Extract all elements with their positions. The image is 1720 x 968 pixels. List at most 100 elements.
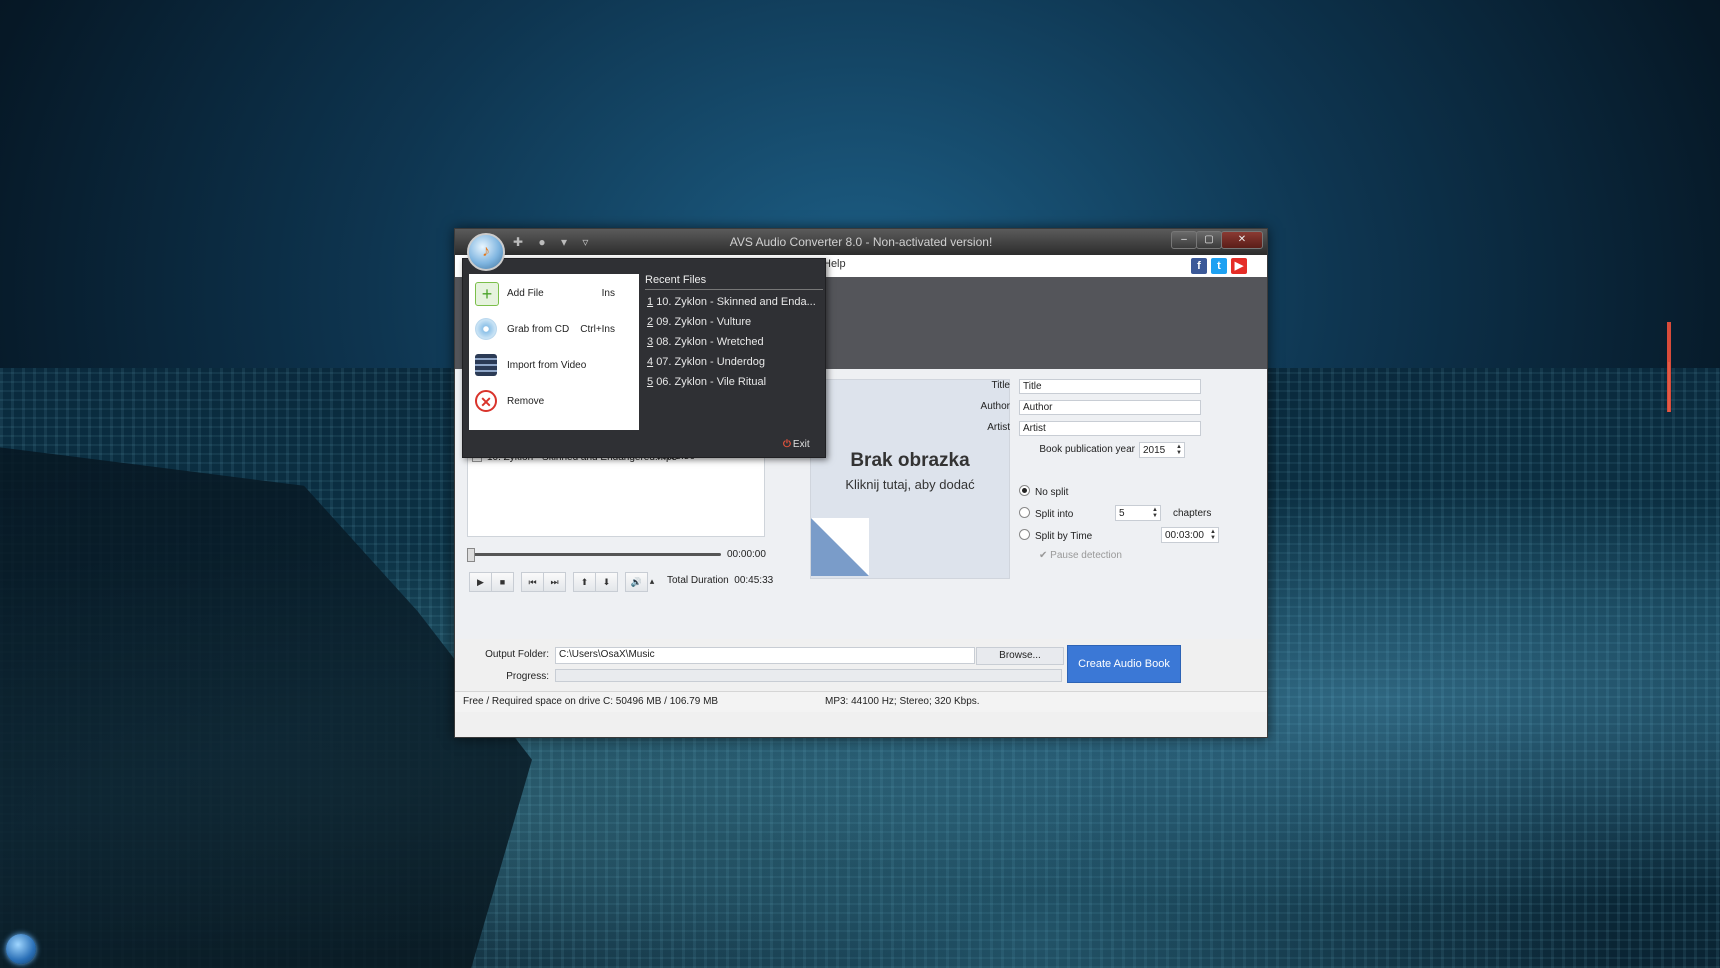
recent-file-number: 1	[647, 296, 654, 308]
window-title: AVS Audio Converter 8.0 - Non-activated …	[729, 235, 993, 249]
format-info: MP3: 44100 Hz; Stereo; 320 Kbps.	[825, 696, 980, 707]
recent-file-item[interactable]: 2 09. Zyklon - Vulture	[647, 316, 823, 328]
recent-file-number: 4	[647, 356, 654, 368]
power-icon: ⏻	[783, 439, 791, 450]
split-into-label: Split into	[1035, 509, 1074, 520]
recent-file-name: 07. Zyklon - Underdog	[656, 356, 766, 368]
pause-detection-checkbox[interactable]: ✔ Pause detection	[1039, 550, 1122, 561]
radio-dot	[1019, 507, 1030, 518]
youtube-icon[interactable]: ▶	[1231, 258, 1247, 274]
chapters-spinner[interactable]: 5 ▲ ▼	[1115, 505, 1161, 521]
spinner-arrows-icon[interactable]: ▲ ▼	[1210, 529, 1216, 541]
recent-file-item[interactable]: 1 10. Zyklon - Skinned and Enda...	[647, 296, 823, 308]
app-menu-commands: + Add File Ins Grab from CD Ctrl+Ins Imp…	[469, 274, 639, 430]
checkmark-icon: ✔	[1039, 550, 1048, 561]
status-bar: Free / Required space on drive C: 50496 …	[455, 691, 1267, 712]
app-menu-dropdown: + Add File Ins Grab from CD Ctrl+Ins Imp…	[462, 258, 826, 458]
year-value: 2015	[1143, 445, 1166, 456]
recent-file-name: 06. Zyklon - Vile Ritual	[656, 376, 767, 388]
total-duration-label: Total Duration	[667, 575, 729, 586]
next-button[interactable]: ⏭	[543, 572, 566, 592]
split-into-radio[interactable]: Split into	[1019, 507, 1073, 520]
exit-button[interactable]: ⏻ Exit	[783, 439, 810, 450]
recent-file-name: 10. Zyklon - Skinned and Enda...	[656, 296, 816, 308]
spinner-arrows-icon[interactable]: ▲ ▼	[1176, 444, 1182, 456]
radio-dot	[1019, 529, 1030, 540]
recent-file-item[interactable]: 5 06. Zyklon - Vile Ritual	[647, 376, 823, 388]
total-duration-value: 00:45:33	[734, 575, 774, 586]
menu-item-label: Grab from CD	[507, 324, 570, 335]
menu-item-label: Remove	[507, 396, 545, 407]
menu-item-label: Import from Video	[507, 360, 587, 371]
chapters-value: 5	[1119, 508, 1125, 519]
play-button[interactable]: ▶	[469, 572, 492, 592]
menu-item-add-file[interactable]: + Add File Ins	[469, 276, 639, 310]
output-section: Output Folder: C:\Users\OsaX\Music Brows…	[455, 639, 1267, 691]
author-field[interactable]: Author	[1019, 400, 1201, 415]
no-split-label: No split	[1035, 487, 1069, 498]
cover-title: Brak obrazka	[850, 450, 970, 471]
menu-item-label: Add File	[507, 288, 544, 299]
title-field[interactable]: Title	[1019, 379, 1201, 394]
exit-label: Exit	[792, 439, 810, 450]
recent-file-item[interactable]: 3 08. Zyklon - Wretched	[647, 336, 823, 348]
cover-hint: Kliknij tutaj, aby dodać	[845, 477, 975, 492]
time-spinner[interactable]: 00:03:00 ▲ ▼	[1161, 527, 1219, 543]
close-button[interactable]: ✕	[1221, 231, 1263, 249]
twitter-icon[interactable]: t	[1211, 258, 1227, 274]
output-folder-label: Output Folder:	[485, 649, 549, 660]
maximize-button[interactable]: ▢	[1196, 231, 1222, 249]
seek-knob[interactable]	[467, 548, 475, 562]
remove-icon: ✕	[475, 390, 497, 412]
move-down-button[interactable]: ⬇	[595, 572, 618, 592]
total-duration: Total Duration 00:45:33	[667, 575, 773, 586]
film-icon	[475, 354, 497, 376]
chapters-label: chapters	[1173, 508, 1212, 519]
title-label: Title	[991, 380, 1010, 391]
output-folder-field[interactable]: C:\Users\OsaX\Music	[555, 647, 975, 664]
year-label: Book publication year	[1039, 444, 1135, 455]
cover-placeholder-fold	[811, 518, 869, 576]
menu-item-remove[interactable]: ✕ Remove	[469, 384, 639, 418]
artist-field[interactable]: Artist	[1019, 421, 1201, 436]
menu-item-grab-from-cd[interactable]: Grab from CD Ctrl+Ins	[469, 312, 639, 346]
split-by-time-label: Split by Time	[1035, 531, 1093, 542]
artist-label: Artist	[987, 422, 1010, 433]
menu-item-shortcut: Ctrl+Ins	[580, 324, 615, 335]
browse-button[interactable]: Browse...	[976, 647, 1064, 665]
recent-files-header: Recent Files	[645, 274, 823, 290]
app-menu-orb[interactable]: ♪	[467, 233, 505, 271]
minimize-button[interactable]: –	[1171, 231, 1197, 249]
recent-file-name: 09. Zyklon - Vulture	[656, 316, 752, 328]
menu-item-import-from-video[interactable]: Import from Video	[469, 348, 639, 382]
progress-label: Progress:	[506, 671, 549, 682]
tab-help[interactable]: Help	[823, 258, 846, 270]
add-file-icon: +	[475, 282, 499, 306]
year-spinner[interactable]: 2015 ▲ ▼	[1139, 442, 1185, 458]
author-label: Author	[980, 401, 1010, 412]
previous-button[interactable]: ⏮	[521, 572, 544, 592]
stop-button[interactable]: ■	[491, 572, 514, 592]
volume-dropdown-arrow[interactable]: ▴	[647, 572, 657, 590]
split-by-time-radio[interactable]: Split by Time	[1019, 529, 1092, 542]
time-value: 00:03:00	[1165, 530, 1204, 541]
pause-detection-label: Pause detection	[1050, 550, 1122, 561]
progress-bar	[555, 669, 1062, 682]
facebook-icon[interactable]: f	[1191, 258, 1207, 274]
recent-file-name: 08. Zyklon - Wretched	[656, 336, 764, 348]
seek-bar[interactable]	[467, 548, 721, 562]
radio-dot	[1019, 485, 1030, 496]
recent-file-item[interactable]: 4 07. Zyklon - Underdog	[647, 356, 823, 368]
move-up-button[interactable]: ⬆	[573, 572, 596, 592]
space-label: Free / Required space on drive	[463, 696, 601, 707]
menu-item-shortcut: Ins	[601, 288, 615, 299]
volume-button[interactable]: 🔊	[625, 572, 648, 592]
create-audio-book-button[interactable]: Create Audio Book	[1067, 645, 1181, 683]
start-button[interactable]	[6, 934, 36, 964]
spinner-arrows-icon[interactable]: ▲ ▼	[1152, 507, 1158, 519]
wallpaper-tower	[1658, 322, 1680, 412]
title-bar: ✚ ● ▾ ▿ AVS Audio Converter 8.0 - Non-ac…	[455, 229, 1267, 255]
space-value: C: 50496 MB / 106.79 MB	[603, 696, 719, 707]
cd-icon	[475, 318, 497, 340]
no-split-radio[interactable]: No split	[1019, 485, 1068, 498]
